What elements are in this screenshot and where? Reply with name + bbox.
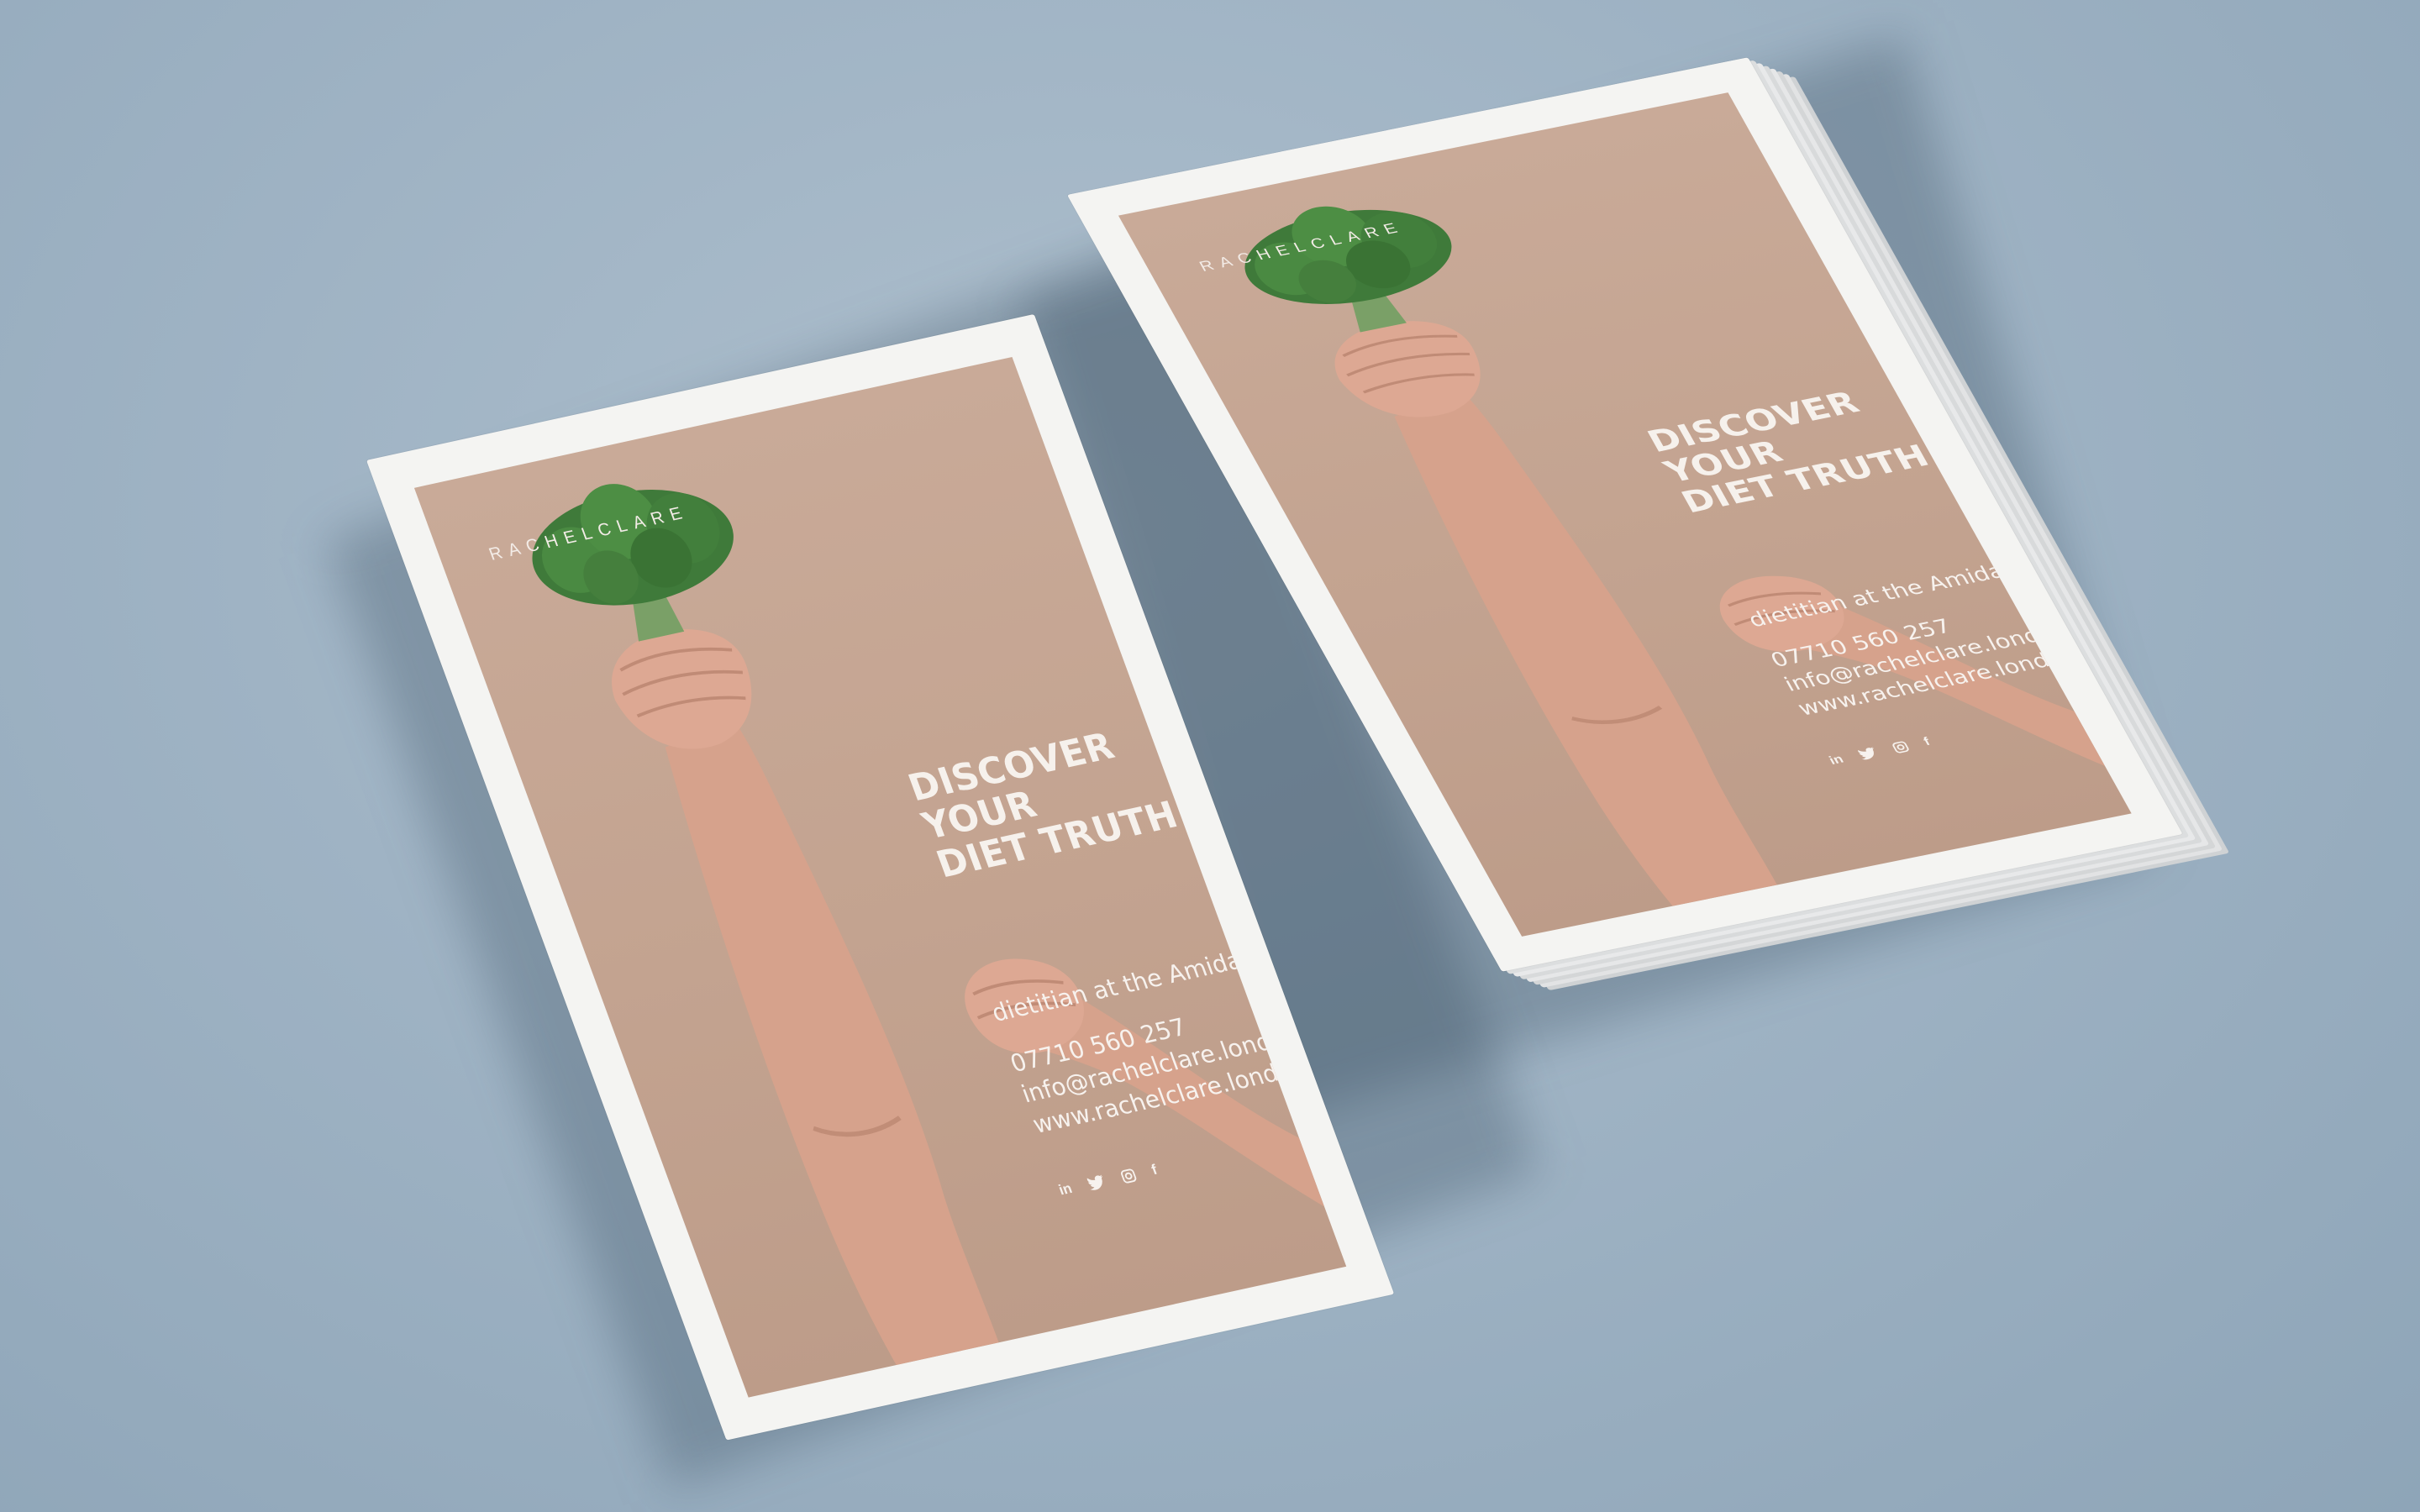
twitter-icon bbox=[1857, 746, 1874, 759]
mockup-scene: RACHELCLARE DISCOVER YOUR DIET TRUTH die… bbox=[0, 0, 2420, 1512]
twitter-icon bbox=[1086, 1174, 1102, 1190]
instagram-icon bbox=[1892, 741, 1909, 753]
instagram-icon bbox=[1120, 1168, 1137, 1184]
